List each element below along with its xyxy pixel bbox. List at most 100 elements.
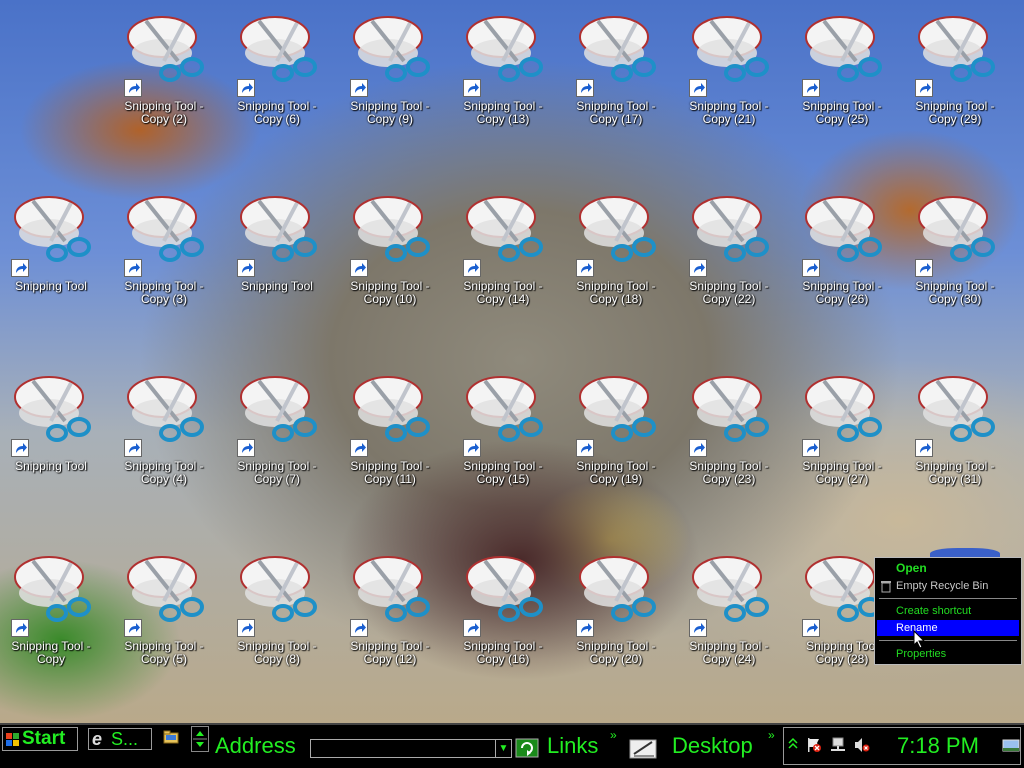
icon-label: Snipping Tool - Copy (8) [237,639,317,666]
desktop-icon[interactable]: Snipping Tool [229,185,325,315]
icon-label: Snipping Tool - Copy (11) [350,459,430,486]
icon-label: Snipping Tool - Copy (9) [350,99,430,126]
desktop-icon[interactable]: Snipping Tool - Copy (29) [907,5,1003,135]
menu-separator [879,640,1017,641]
desktop-icon[interactable]: Snipping Tool - Copy (12) [342,545,438,675]
go-button[interactable] [515,738,539,758]
icon-label: Snipping Tool - Copy (4) [124,459,204,486]
desktop-icon[interactable]: Snipping Tool - Copy (30) [907,185,1003,315]
shortcut-arrow-icon [350,259,368,277]
icon-label: Snipping Tool - Copy (18) [576,279,656,306]
desktop-icon[interactable]: Snipping Tool [3,185,99,315]
shortcut-arrow-icon [689,259,707,277]
shortcut-arrow-icon [124,439,142,457]
toolbar-scroll-buttons[interactable] [191,726,209,752]
desktop-icon[interactable]: Snipping Tool - Copy (8) [229,545,325,675]
shortcut-arrow-icon [463,439,481,457]
icon-label: Snipping Tool - Copy [11,639,91,666]
shortcut-arrow-icon [689,439,707,457]
internet-explorer-icon: e [92,729,103,749]
icon-label: Snipping Tool - Copy (2) [124,99,204,126]
desktop-icon[interactable]: Snipping Tool - Copy (31) [907,365,1003,495]
taskbar-button-internet-explorer[interactable]: e S... [88,728,152,750]
volume-muted-icon[interactable] [854,737,870,753]
desktop-icon[interactable]: Snipping Tool - Copy (17) [568,5,664,135]
shortcut-arrow-icon [11,619,29,637]
icon-label: Snipping Tool [15,279,87,293]
menu-item-create-shortcut[interactable]: Create shortcut [877,603,1019,619]
shortcut-arrow-icon [576,439,594,457]
desktop-icon[interactable]: Snipping Tool [3,365,99,495]
desktop-icon[interactable]: Snipping Tool - Copy (2) [116,5,212,135]
desktop-icon[interactable]: Snipping Tool - Copy (4) [116,365,212,495]
desktop-icon[interactable]: Snipping Tool - Copy (14) [455,185,551,315]
address-input[interactable]: ▼ [310,739,512,758]
shortcut-arrow-icon [689,619,707,637]
desktop-icon[interactable]: Snipping Tool - Copy (27) [794,365,890,495]
desktop-icon[interactable]: Snipping Tool - Copy (3) [116,185,212,315]
address-toolbar-label: Address [215,733,296,758]
shortcut-arrow-icon [11,259,29,277]
desktop[interactable]: Snipping Tool - Copy (2) Snipping Tool -C… [0,0,1024,723]
shortcut-arrow-icon [350,439,368,457]
desktop-icon[interactable]: Snipping Tool - Copy (21) [681,5,777,135]
clock[interactable]: 7:18 PM [897,733,979,759]
desktop-icon[interactable]: Snipping Tool - Copy (19) [568,365,664,495]
icon-label: Snipping Tool - Copy (15) [463,459,543,486]
icon-label: Snipping Tool - Copy (3) [124,279,204,306]
desktop-icon[interactable]: Snipping Tool - Copy (25) [794,5,890,135]
icon-label: Snipping Tool - Copy (12) [350,639,430,666]
desktop-icon[interactable]: Snipping Tool - Copy [3,545,99,675]
icon-label: Snipping Tool - Copy (22) [689,279,769,306]
desktop-icon[interactable]: Snipping Tool - Copy (7) [229,365,325,495]
desktop-icon[interactable]: Snipping Tool - Copy (13) [455,5,551,135]
chevron-down-icon[interactable]: ▼ [495,740,511,757]
menu-separator [879,598,1017,599]
links-chevron-icon[interactable]: » [610,729,617,741]
show-desktop-icon[interactable] [628,734,660,762]
desktop-icon[interactable]: Snipping Tool - Copy (6) [229,5,325,135]
desktop-icon[interactable]: Snipping Tool - Copy (20) [568,545,664,675]
desktop-icon[interactable]: Snipping Tool - Copy (15) [455,365,551,495]
shortcut-arrow-icon [237,439,255,457]
shortcut-arrow-icon [124,259,142,277]
icon-label: Snipping Tool - Copy (13) [463,99,543,126]
taskbar: Start e S... Address ▼ Links » Desktop » [0,723,1024,768]
network-icon[interactable] [830,737,846,753]
menu-item-properties[interactable]: Properties [877,646,1019,662]
icon-label: Snipping Tool - Copy (27) [802,459,882,486]
shortcut-arrow-icon [350,619,368,637]
desktop-icon[interactable]: Snipping Tool - Copy (11) [342,365,438,495]
icon-label: Snipping Tool - Copy (23) [689,459,769,486]
desktop-icon[interactable]: Snipping Tool - Copy (18) [568,185,664,315]
icon-label: Snipping Tool - Copy (16) [463,639,543,666]
shortcut-arrow-icon [11,439,29,457]
desktop-icon[interactable]: Snipping Tool - Copy (23) [681,365,777,495]
shortcut-arrow-icon [237,79,255,97]
icon-label: Snipping Tool - Copy (19) [576,459,656,486]
desktop-chevron-icon[interactable]: » [768,729,775,741]
icon-label: Snipping Tool - Copy (30) [915,279,995,306]
desktop-icon[interactable]: Snipping Tool - Copy (26) [794,185,890,315]
desktop-icon[interactable]: Snipping Tool - Copy (22) [681,185,777,315]
scroll-arrows-icon [193,731,207,747]
menu-item-rename[interactable]: Rename [877,620,1019,636]
shortcut-arrow-icon [237,259,255,277]
folder-icon[interactable] [163,730,179,744]
links-toolbar-label[interactable]: Links [547,733,598,759]
desktop-icon[interactable]: Snipping Tool - Copy (5) [116,545,212,675]
start-button[interactable]: Start [2,727,78,751]
menu-item-empty-recycle-bin[interactable]: Empty Recycle Bin [877,578,1019,594]
icon-label: Snipping Tool - Copy (17) [576,99,656,126]
shortcut-arrow-icon [802,439,820,457]
show-desktop-button-icon[interactable] [1002,739,1020,753]
icon-label: Snipping Tool - Copy (21) [689,99,769,126]
menu-item-open[interactable]: Open [877,560,1019,576]
desktop-icon[interactable]: Snipping Tool - Copy (24) [681,545,777,675]
action-center-flag-icon[interactable] [806,737,822,753]
desktop-icon[interactable]: Snipping Tool - Copy (10) [342,185,438,315]
desktop-toolbar-label[interactable]: Desktop [672,733,753,759]
tray-expand-icon[interactable] [788,737,798,751]
desktop-icon[interactable]: Snipping Tool - Copy (9) [342,5,438,135]
desktop-icon[interactable]: Snipping Tool - Copy (16) [455,545,551,675]
